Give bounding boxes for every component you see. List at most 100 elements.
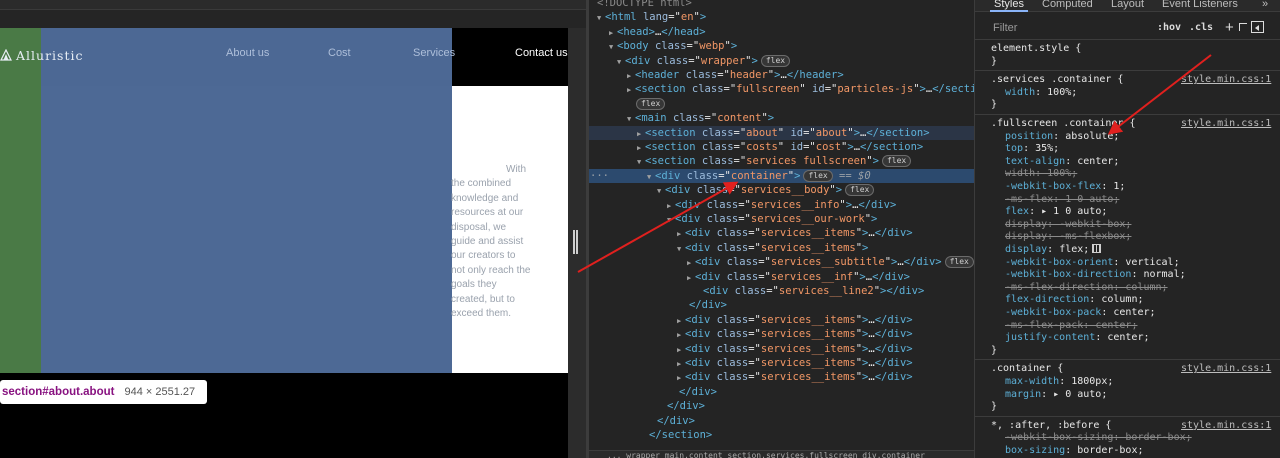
style-property[interactable]: -webkit-box-direction: normal;: [1005, 269, 1186, 282]
dom-tree-node[interactable]: ▶ <head>…</head>: [589, 25, 974, 39]
breadcrumb[interactable]: ... wrapper main.content section.service…: [589, 450, 974, 458]
style-property[interactable]: width: 100%;: [1005, 168, 1077, 181]
expand-arrow-icon[interactable]: ▶: [677, 357, 685, 371]
nav-link-about[interactable]: About us: [226, 47, 269, 59]
dom-tree-node[interactable]: ▼ <div class="wrapper"> flex: [589, 54, 974, 68]
expand-arrow-icon[interactable]: ▶: [637, 141, 645, 155]
dom-tree-node[interactable]: </section>: [589, 428, 974, 442]
expand-arrow-icon[interactable]: ▶: [627, 83, 635, 97]
dom-tree-node[interactable]: ▼ <div class="services__our-work">: [589, 212, 974, 226]
tab-computed[interactable]: Computed: [1038, 0, 1097, 12]
expand-arrow-icon[interactable]: ▶: [687, 256, 695, 270]
dom-tree-node[interactable]: </div>: [589, 414, 974, 428]
dom-tree-node[interactable]: flex: [589, 97, 974, 111]
style-rule-selector[interactable]: .services .container {style.min.css:1: [991, 74, 1271, 87]
site-logo[interactable]: Alluristic: [0, 45, 83, 65]
style-property[interactable]: flex-direction: column;: [1005, 294, 1143, 307]
flex-badge[interactable]: flex: [944, 256, 974, 269]
dom-tree-node[interactable]: ▶ <header class="header">…</header>: [589, 68, 974, 82]
style-source-link[interactable]: style.min.css:1: [1181, 74, 1271, 87]
style-rule-selector[interactable]: *, :after, :before {style.min.css:1: [991, 420, 1271, 433]
style-property[interactable]: max-width: 1800px;: [1005, 376, 1113, 389]
style-property[interactable]: top: 35%;: [1005, 143, 1059, 156]
expand-arrow-icon[interactable]: ▶: [677, 371, 685, 385]
dom-tree-node[interactable]: ▼ <main class="content">: [589, 111, 974, 125]
collapse-arrow-icon[interactable]: ▼: [617, 55, 625, 69]
style-property[interactable]: margin: ▸ 0 auto;: [1005, 389, 1107, 402]
style-property[interactable]: width: 100%;: [1005, 87, 1077, 100]
style-source-link[interactable]: style.min.css:1: [1181, 118, 1271, 131]
style-property[interactable]: display: -webkit-box;: [1005, 219, 1131, 232]
flex-badge[interactable]: flex: [803, 169, 833, 182]
page-viewport[interactable]: Alluristic About us Cost Services Contac…: [0, 0, 586, 458]
collapse-arrow-icon[interactable]: ▼: [667, 213, 675, 227]
tab-event-listeners[interactable]: Event Listeners: [1158, 0, 1242, 12]
style-property[interactable]: text-align: center;: [1005, 156, 1119, 169]
style-rule-selector[interactable]: .fullscreen .container {style.min.css:1: [991, 118, 1271, 131]
expand-arrow-icon[interactable]: ▶: [627, 69, 635, 83]
class-toggle[interactable]: .cls: [1189, 22, 1213, 33]
nav-link-contact[interactable]: Contact us: [515, 47, 568, 59]
style-rule-selector[interactable]: element.style {: [991, 43, 1081, 56]
style-property[interactable]: box-sizing: border-box;: [1005, 445, 1144, 458]
collapse-arrow-icon[interactable]: ▼: [609, 40, 617, 54]
dom-tree-node[interactable]: ▼ <div class="services__body"> flex: [589, 183, 974, 197]
collapse-arrow-icon[interactable]: ▼: [637, 155, 645, 169]
toggle-sidebar-icon[interactable]: [1251, 21, 1264, 33]
more-tabs-icon[interactable]: »: [1258, 0, 1272, 12]
style-source-link[interactable]: style.min.css:1: [1181, 420, 1271, 433]
collapse-arrow-icon[interactable]: ▼: [677, 242, 685, 256]
expand-arrow-icon[interactable]: ▶: [677, 227, 685, 241]
dom-tree-node[interactable]: ▶ <div class="services__subtitle">…</div>…: [589, 255, 974, 269]
style-property[interactable]: -webkit-box-pack: center;: [1005, 307, 1156, 320]
dom-tree-node[interactable]: ▼ <section class="services fullscreen"> fl…: [589, 154, 974, 168]
expand-arrow-icon[interactable]: ▶: [677, 343, 685, 357]
dom-tree-node[interactable]: </div>: [589, 298, 974, 312]
new-style-rule-icon[interactable]: +: [1225, 19, 1234, 36]
expand-arrow-icon[interactable]: ▶: [667, 199, 675, 213]
style-property[interactable]: -ms-flex-pack: center;: [1005, 320, 1137, 333]
expand-arrow-icon[interactable]: ▶: [677, 328, 685, 342]
dom-tree-node[interactable]: ▶ <section class="about" id="about">…</se…: [589, 125, 974, 140]
collapse-arrow-icon[interactable]: ▼: [597, 11, 605, 25]
styles-filter-input[interactable]: Filter: [993, 22, 1017, 34]
node-actions-icon[interactable]: ···: [590, 169, 609, 183]
dom-tree-node[interactable]: ▶ <div class="services__items">…</div>: [589, 370, 974, 384]
style-property[interactable]: flex: ▸ 1 0 auto;: [1005, 206, 1107, 219]
dom-tree-node[interactable]: ▼ <html lang="en">: [589, 10, 974, 24]
dom-tree-node[interactable]: ▶ <div class="services__info">…</div>: [589, 198, 974, 212]
flex-badge[interactable]: flex: [636, 97, 666, 110]
collapse-arrow-icon[interactable]: ▼: [657, 184, 665, 198]
style-source-link[interactable]: style.min.css:1: [1181, 363, 1271, 376]
dom-tree-node[interactable]: </div>: [589, 399, 974, 413]
tab-layout[interactable]: Layout: [1107, 0, 1148, 12]
flex-editor-icon[interactable]: [1092, 244, 1102, 253]
hover-state-toggle[interactable]: :hov: [1157, 22, 1181, 33]
elements-tree[interactable]: <!DOCTYPE html> ▼ <html lang="en"> ▶ <head>……: [589, 0, 974, 458]
styles-pane[interactable]: Styles Computed Layout Event Listeners »…: [974, 0, 1280, 458]
flex-badge[interactable]: flex: [845, 184, 875, 197]
style-property[interactable]: display: flex;: [1005, 244, 1102, 257]
dom-tree-node[interactable]: <!DOCTYPE html>: [589, 0, 974, 10]
expand-arrow-icon[interactable]: ▶: [687, 271, 695, 285]
dom-tree-node[interactable]: ▶ <div class="services__items">…</div>: [589, 226, 974, 240]
flex-badge[interactable]: flex: [760, 54, 791, 67]
dom-tree-node[interactable]: ▼ <div class="container"> flex == $0 ···: [589, 168, 974, 184]
style-property[interactable]: -webkit-box-orient: vertical;: [1005, 257, 1180, 270]
style-property[interactable]: position: absolute;: [1005, 131, 1119, 144]
dom-tree-node[interactable]: ▼ <body class="webp">: [589, 39, 974, 53]
style-property[interactable]: -ms-flex-direction: column;: [1005, 282, 1168, 295]
tab-styles[interactable]: Styles: [990, 0, 1028, 12]
dom-tree-node[interactable]: <div class="services__line2"></div>: [589, 284, 974, 298]
style-property[interactable]: -ms-flex: 1 0 auto;: [1005, 194, 1119, 207]
collapse-arrow-icon[interactable]: ▼: [647, 170, 655, 184]
expand-arrow-icon[interactable]: ▶: [609, 26, 617, 40]
element-state-icon[interactable]: [1239, 23, 1247, 31]
style-property[interactable]: display: -ms-flexbox;: [1005, 231, 1131, 244]
dom-tree-node[interactable]: ▶ <div class="services__items">…</div>: [589, 356, 974, 370]
style-property[interactable]: justify-content: center;: [1005, 332, 1150, 345]
nav-link-services[interactable]: Services: [413, 47, 455, 59]
collapse-arrow-icon[interactable]: ▼: [627, 112, 635, 126]
dom-tree-node[interactable]: ▶ <div class="services__items">…</div>: [589, 342, 974, 356]
dom-tree-node[interactable]: ▶ <section class="costs" id="cost">…</sec…: [589, 140, 974, 154]
